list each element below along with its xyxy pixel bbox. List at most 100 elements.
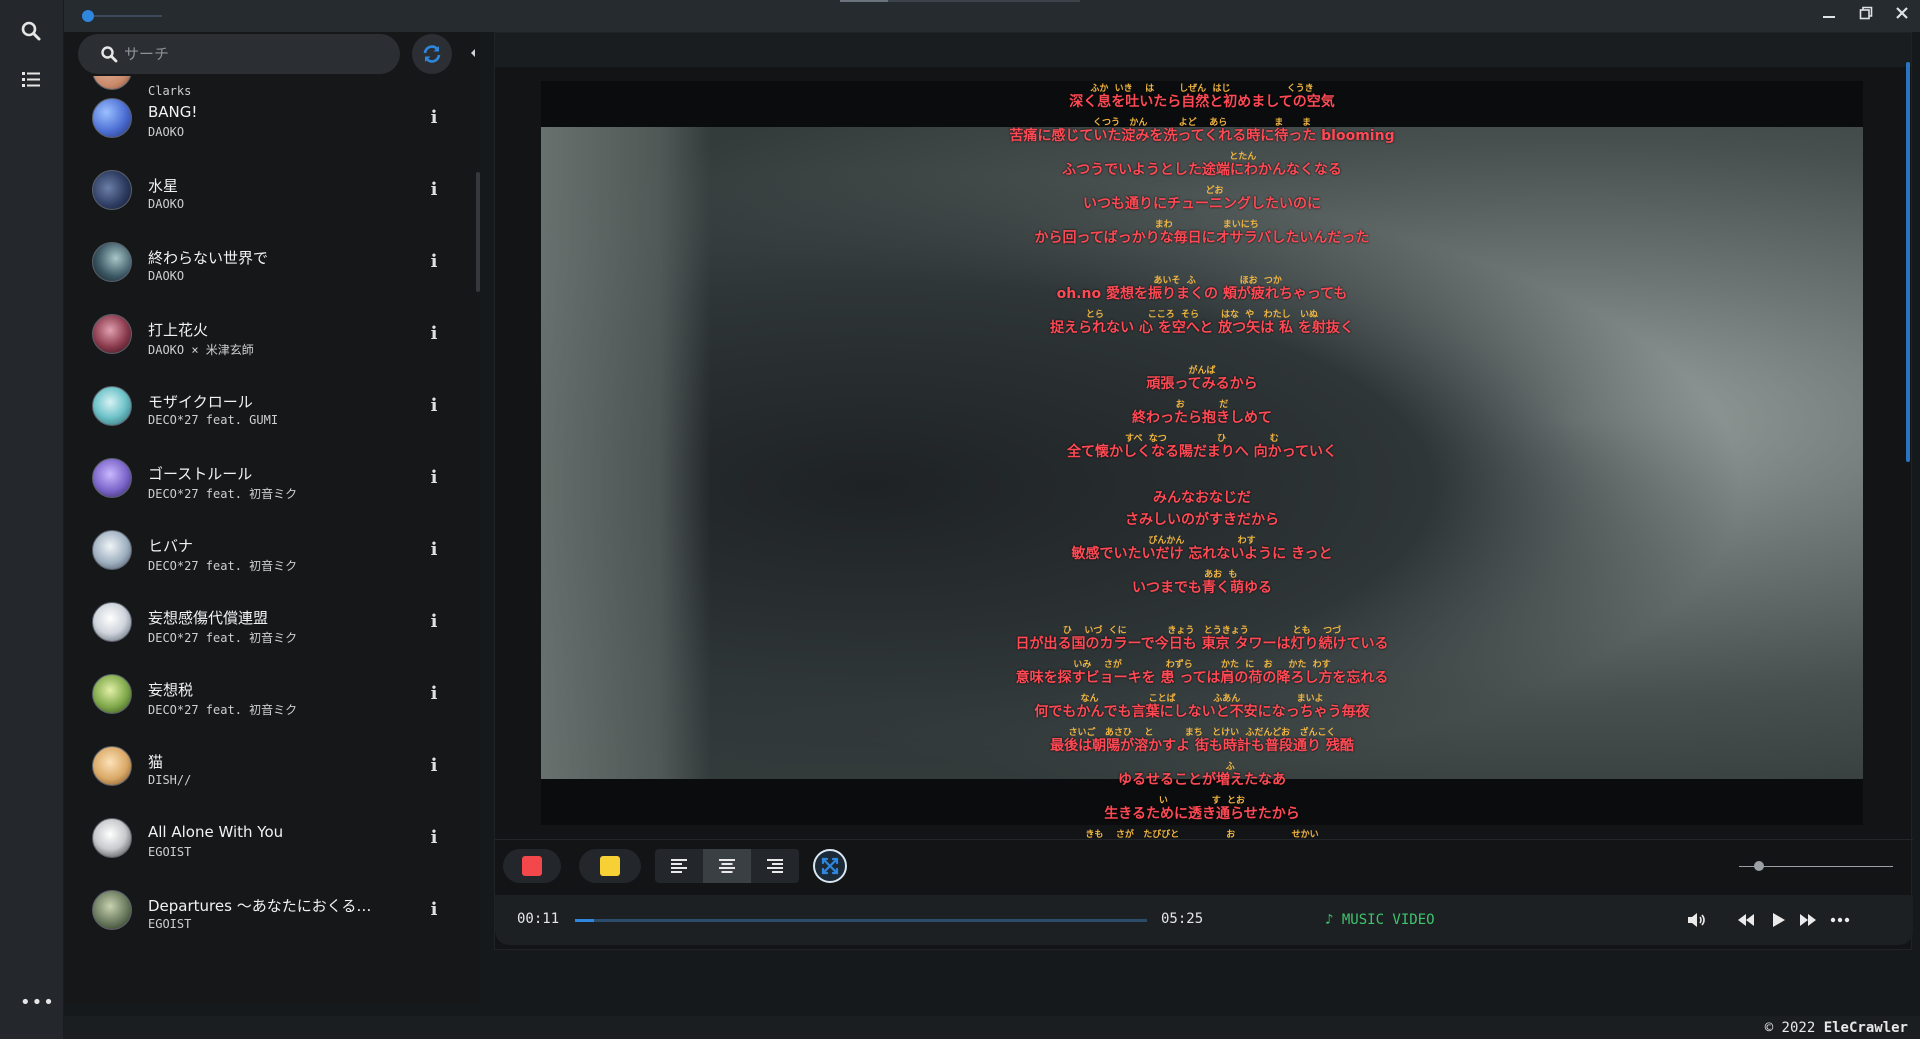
minimize-button[interactable] [1818, 6, 1840, 26]
avatar [92, 458, 132, 498]
play-button[interactable] [1767, 909, 1789, 931]
info-icon[interactable]: i [426, 682, 442, 706]
lyric-line: いつも通りにチューニングしたいのに [1083, 196, 1321, 212]
avatar [92, 818, 132, 858]
red-color-button[interactable] [503, 849, 561, 883]
player-panel: ふか いき は しぜん はじ くうき 深く息を吐いたら自然と初めましての空気 く… [494, 32, 1913, 950]
avatar [92, 170, 132, 210]
fullscreen-button[interactable] [813, 849, 847, 883]
song-artist: DAOKO × 米津玄師 [148, 343, 254, 357]
song-artist: DAOKO [148, 125, 185, 139]
song-title: 終わらない世界で [148, 249, 269, 267]
main-scrollbar[interactable] [1906, 62, 1910, 462]
more-icon[interactable]: ••• [20, 994, 54, 1012]
lyric-line: 生きるために透き通らせたから [1104, 806, 1300, 822]
avatar [92, 602, 132, 642]
yellow-color-button[interactable] [579, 849, 641, 883]
list-item[interactable]: モザイクロール DECO*27 feat. GUMI i [64, 370, 464, 442]
search-input[interactable] [124, 42, 384, 66]
info-icon[interactable]: i [426, 466, 442, 490]
top-volume-knob[interactable] [82, 10, 94, 22]
close-icon [1896, 7, 1908, 19]
list-item[interactable]: ヒバナ DECO*27 feat. 初音ミク i [64, 514, 464, 586]
lyric-line: ゆるせることが増えたなあ [1118, 772, 1286, 788]
lyrics-toolbar [495, 839, 1913, 891]
info-icon[interactable]: i [426, 394, 442, 418]
media-type-label: ♪ MUSIC VIDEO [1325, 912, 1435, 928]
play-icon [1773, 913, 1785, 927]
close-button[interactable] [1891, 6, 1913, 26]
lyric-line: oh.no 愛想を振りまくの 頬が疲れちゃっても [1056, 286, 1348, 302]
search-icon[interactable] [20, 20, 44, 44]
align-center-button[interactable] [703, 849, 751, 883]
playback-bar: 00:11 05:25 ♪ MUSIC VIDEO [495, 895, 1913, 945]
volume-button[interactable] [1685, 909, 1707, 931]
fast-forward-button[interactable] [1797, 909, 1819, 931]
lyric-line: みんなおなじだ [1153, 490, 1251, 506]
song-artist: DECO*27 feat. 初音ミク [148, 487, 298, 501]
player-top-strip [495, 33, 1911, 67]
progress-fill [575, 919, 595, 922]
info-icon[interactable]: i [426, 754, 442, 778]
info-icon[interactable]: i [426, 106, 442, 130]
refresh-button[interactable] [412, 34, 452, 74]
volume-icon [1688, 913, 1705, 927]
list-item[interactable]: 妄想税 DECO*27 feat. 初音ミク i [64, 658, 464, 730]
info-icon[interactable]: i [426, 322, 442, 346]
restore-icon [1859, 6, 1873, 20]
sidebar-scrollbar[interactable] [476, 172, 480, 292]
lyric-line: 最後は朝陽が溶かすよ 街も時計も普段通り 残酷 [1050, 738, 1354, 754]
restore-button[interactable] [1855, 6, 1877, 26]
current-time: 00:11 [517, 911, 560, 927]
duration: 05:25 [1161, 911, 1204, 927]
top-volume-track[interactable] [82, 15, 162, 17]
list-icon[interactable] [20, 68, 44, 92]
brand-name: EleCrawler [1823, 1020, 1908, 1036]
song-title: Departures ～あなたにおくる… [148, 897, 372, 915]
lyric-line: 捉えられない 心 を空へと 放つ矢は 私 を射抜く [1050, 320, 1354, 336]
list-item[interactable]: Departures ～あなたにおくる… EGOIST i [64, 874, 464, 946]
list-item[interactable]: 水星 DAOKO i [64, 154, 464, 226]
list-item[interactable]: BANG! DAOKO i [64, 82, 464, 154]
song-title: ヒバナ [148, 537, 194, 555]
zoom-slider-knob[interactable] [1754, 861, 1765, 871]
left-rail: ••• [0, 0, 64, 1039]
song-artist: EGOIST [148, 845, 192, 859]
lyric-line: 意味を探すビョーキを 患 っては肩の荷の降ろし方を忘れる [1015, 670, 1389, 686]
title-bar [0, 0, 1920, 32]
rewind-button[interactable] [1735, 909, 1757, 931]
info-icon[interactable]: i [426, 250, 442, 274]
video-area[interactable]: ふか いき は しぜん はじ くうき 深く息を吐いたら自然と初めましての空気 く… [541, 81, 1863, 840]
copyright: © 2022 EleCrawler [1765, 1020, 1908, 1036]
more-options-button[interactable] [1829, 909, 1851, 931]
lyric-line: いつまでも青く萌ゆる [1132, 580, 1272, 596]
collapse-sidebar-button[interactable] [466, 42, 480, 68]
song-title: 水星 [148, 177, 179, 195]
align-left-button[interactable] [655, 849, 703, 883]
info-icon[interactable]: i [426, 826, 442, 850]
lyric-line: 日が出る国のカラーで今日も 東京 タワーは灯り続けている [1015, 636, 1389, 652]
red-swatch-icon [522, 856, 542, 876]
list-item[interactable]: All Alone With You EGOIST i [64, 802, 464, 874]
drag-handle[interactable] [840, 0, 1080, 2]
info-icon[interactable]: i [426, 538, 442, 562]
progress-bar[interactable] [575, 919, 1147, 922]
avatar [92, 98, 132, 138]
song-artist: DECO*27 feat. 初音ミク [148, 559, 298, 573]
list-item[interactable]: 打上花火 DAOKO × 米津玄師 i [64, 298, 464, 370]
info-icon[interactable]: i [426, 610, 442, 634]
lyric-line: から回ってばっかりな毎日にオサラバしたいんだった [1034, 230, 1370, 246]
info-icon[interactable]: i [426, 898, 442, 922]
alignment-group [655, 849, 799, 883]
minimize-icon [1823, 16, 1835, 18]
song-list: Clarks BANG! DAOKO i 水星 DAOKO i 終わらない世界で… [64, 76, 474, 1004]
copyright-prefix: © 2022 [1764, 1020, 1816, 1036]
list-item[interactable]: 妄想感傷代償連盟 DECO*27 feat. 初音ミク i [64, 586, 464, 658]
align-right-button[interactable] [751, 849, 799, 883]
more-icon [1830, 917, 1850, 923]
lyric-line: 深く息を吐いたら自然と初めましての空気 [1069, 94, 1335, 110]
list-item[interactable]: 終わらない世界で DAOKO i [64, 226, 464, 298]
list-item[interactable]: 猫 DISH// i [64, 730, 464, 802]
info-icon[interactable]: i [426, 178, 442, 202]
list-item[interactable]: ゴーストルール DECO*27 feat. 初音ミク i [64, 442, 464, 514]
